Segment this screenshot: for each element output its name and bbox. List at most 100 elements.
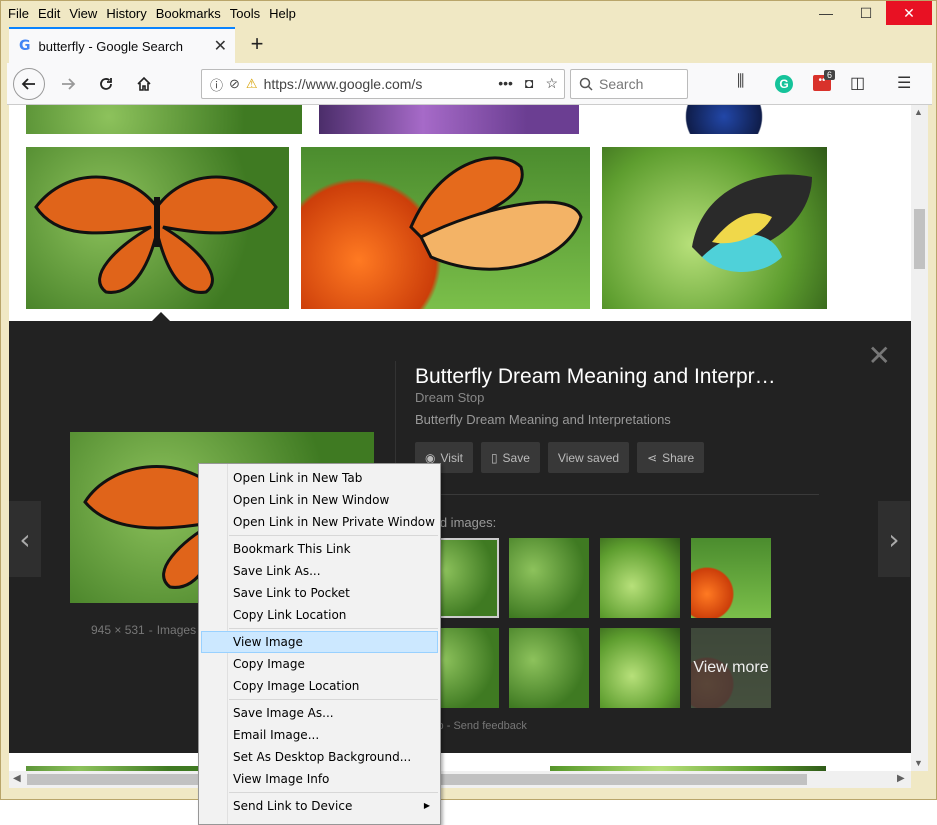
tab-title: butterfly - Google Search xyxy=(38,38,184,54)
share-button[interactable]: ⋖ Share xyxy=(637,442,705,473)
panel-description: Butterfly Dream Meaning and Interpretati… xyxy=(415,412,671,427)
library-icon[interactable]: ⫼ xyxy=(737,73,744,91)
panel-source[interactable]: Dream Stop xyxy=(415,390,484,405)
context-item-save-link-to-pocket[interactable]: Save Link to Pocket xyxy=(199,582,440,604)
save-label: Save xyxy=(502,450,530,465)
context-item-bookmark-this-link[interactable]: Bookmark This Link xyxy=(199,538,440,560)
scroll-up-icon[interactable]: ▲ xyxy=(914,107,923,117)
result-image[interactable] xyxy=(26,105,302,134)
panel-close-icon[interactable]: ✕ xyxy=(868,339,891,372)
context-item-view-image-info[interactable]: View Image Info xyxy=(199,768,440,790)
url-actions: ••• ◘ ☆ xyxy=(498,75,558,92)
context-item-copy-image-location[interactable]: Copy Image Location xyxy=(199,675,440,697)
minimize-button[interactable]: — xyxy=(806,1,846,25)
menu-file[interactable]: File xyxy=(8,6,29,21)
scroll-right-icon[interactable]: ▶ xyxy=(897,773,905,784)
chevron-right-icon: › xyxy=(888,522,900,556)
url-bar[interactable]: ⓘ ⊘ ⚠ https://www.google.com/s ••• ◘ ☆ xyxy=(201,69,565,99)
related-thumb[interactable] xyxy=(600,538,680,618)
menu-view[interactable]: View xyxy=(69,6,97,21)
search-bar[interactable] xyxy=(570,69,688,99)
forward-button[interactable] xyxy=(52,68,84,100)
context-item-open-link-in-new-tab[interactable]: Open Link in New Tab xyxy=(199,467,440,489)
grammarly-icon[interactable]: G xyxy=(775,75,793,93)
bookmark-icon: ▯ xyxy=(490,450,498,465)
home-icon xyxy=(137,76,151,91)
share-icon: ⋖ xyxy=(647,450,658,465)
tracking-protection-icon[interactable]: ⊘ xyxy=(229,76,240,92)
window-controls: — ☐ ✕ xyxy=(806,1,932,25)
page-content: ✕ 945 × 531- Images Butterfly Dream Meani… xyxy=(9,105,911,771)
result-image-monarch-2[interactable] xyxy=(301,147,590,309)
reload-icon xyxy=(100,78,112,90)
panel-footer[interactable]: elp - Send feedback xyxy=(429,720,527,732)
vertical-scrollbar[interactable]: ▲ ▼ xyxy=(911,105,928,771)
image-meta: 945 × 531- Images xyxy=(91,623,196,637)
horizontal-scrollbar[interactable]: ◀ ▶ xyxy=(9,771,911,788)
result-image-monarch-1[interactable] xyxy=(26,147,289,309)
view-more-button[interactable]: View more xyxy=(691,628,771,708)
menu-tools[interactable]: Tools xyxy=(230,6,260,21)
context-item-save-image-as[interactable]: Save Image As... xyxy=(199,702,440,724)
search-icon xyxy=(579,77,593,91)
view-saved-button[interactable]: View saved xyxy=(547,442,630,473)
context-separator xyxy=(229,792,438,793)
result-image[interactable] xyxy=(664,105,784,134)
url-text[interactable]: https://www.google.com/s xyxy=(264,76,426,92)
tab-close-icon[interactable]: ✕ xyxy=(214,36,227,56)
tab-butterfly[interactable]: G butterfly - Google Search ✕ xyxy=(9,27,235,63)
page-actions-icon[interactable]: ••• xyxy=(498,75,513,92)
related-thumb[interactable] xyxy=(600,628,680,708)
context-item-set-as-desktop-background[interactable]: Set As Desktop Background... xyxy=(199,746,440,768)
sidebar-icon[interactable]: ◫ xyxy=(850,73,865,93)
back-button[interactable] xyxy=(13,68,45,100)
save-button[interactable]: ▯ Save xyxy=(480,442,540,473)
browser-window: File Edit View History Bookmarks Tools H… xyxy=(0,0,937,800)
related-thumb[interactable] xyxy=(509,538,589,618)
next-image-button[interactable]: › xyxy=(878,501,910,577)
view-saved-label: View saved xyxy=(557,450,620,465)
prev-image-button[interactable]: ‹ xyxy=(9,501,41,577)
menu-help[interactable]: Help xyxy=(269,6,296,21)
context-separator xyxy=(229,628,438,629)
menu-bookmarks[interactable]: Bookmarks xyxy=(156,6,221,21)
meta-separator: - xyxy=(148,623,153,637)
context-item-view-image[interactable]: View Image xyxy=(201,631,438,653)
menu-edit[interactable]: Edit xyxy=(38,6,60,21)
search-input[interactable] xyxy=(599,76,679,92)
scroll-down-icon[interactable]: ▼ xyxy=(914,758,923,768)
visit-label: Visit xyxy=(440,450,463,465)
home-button[interactable] xyxy=(128,68,160,100)
lock-warning-icon[interactable]: ⚠ xyxy=(246,76,258,92)
context-item-save-link-as[interactable]: Save Link As... xyxy=(199,560,440,582)
window-close-button[interactable]: ✕ xyxy=(886,1,932,25)
butterfly-icon xyxy=(34,175,278,294)
butterfly-icon xyxy=(409,156,583,271)
new-tab-button[interactable]: + xyxy=(243,31,271,57)
panel-title[interactable]: Butterfly Dream Meaning and Interpr… xyxy=(415,365,776,389)
reload-button[interactable] xyxy=(90,68,122,100)
maximize-button[interactable]: ☐ xyxy=(846,1,886,25)
context-item-copy-link-location[interactable]: Copy Link Location xyxy=(199,604,440,626)
result-image[interactable] xyxy=(319,105,579,134)
bookmark-star-icon[interactable]: ☆ xyxy=(545,75,558,92)
related-thumb[interactable] xyxy=(691,538,771,618)
context-item-open-link-in-new-private-window[interactable]: Open Link in New Private Window xyxy=(199,511,440,533)
result-image-colorful[interactable] xyxy=(602,147,827,309)
tab-strip: G butterfly - Google Search ✕ + xyxy=(7,25,932,63)
scroll-left-icon[interactable]: ◀ xyxy=(13,773,21,784)
menu-history[interactable]: History xyxy=(106,6,146,21)
context-item-copy-image[interactable]: Copy Image xyxy=(199,653,440,675)
context-item-open-link-in-new-window[interactable]: Open Link in New Window xyxy=(199,489,440,511)
pocket-icon[interactable]: ◘ xyxy=(525,75,533,92)
submenu-arrow-icon: ▶ xyxy=(423,801,430,810)
context-item-email-image[interactable]: Email Image... xyxy=(199,724,440,746)
nav-bar: ⓘ ⊘ ⚠ https://www.google.com/s ••• ◘ ☆ ⫼… xyxy=(7,63,932,105)
related-thumb[interactable] xyxy=(509,628,589,708)
hamburger-menu-icon[interactable]: ☰ xyxy=(897,73,911,93)
panel-buttons: ◉ Visit ▯ Save View saved ⋖ Share xyxy=(415,442,705,473)
info-icon[interactable]: ⓘ xyxy=(210,75,223,94)
vertical-scroll-thumb[interactable] xyxy=(914,209,925,269)
image-meta-label[interactable]: Images xyxy=(157,623,196,637)
context-item-send-link-to-device[interactable]: Send Link to Device ▶ xyxy=(199,795,440,817)
